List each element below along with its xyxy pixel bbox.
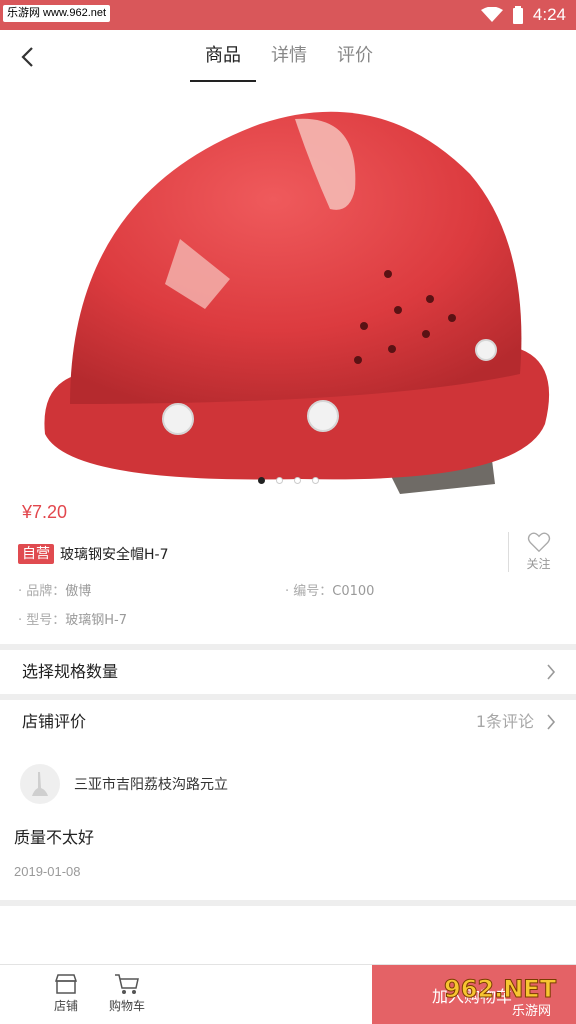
status-bar: 乐游网 www.962.net 4:24 bbox=[0, 0, 576, 30]
store-reviews-label: 店铺评价 bbox=[22, 712, 87, 731]
follow-button[interactable]: 关注 bbox=[508, 532, 568, 572]
product-image-carousel[interactable] bbox=[0, 84, 576, 494]
cart-icon bbox=[115, 974, 139, 994]
product-title: 玻璃钢安全帽H-7 bbox=[60, 547, 169, 563]
reviewer-name: 三亚市吉阳荔枝沟路元立 bbox=[74, 777, 228, 793]
tab-bar: 商品 详情 评价 bbox=[190, 30, 388, 84]
follow-label: 关注 bbox=[526, 557, 551, 571]
product-price: ¥7.20 bbox=[22, 502, 68, 522]
default-avatar-icon bbox=[32, 772, 48, 796]
avatar bbox=[20, 764, 60, 804]
cart-button[interactable]: 购物车 bbox=[102, 973, 152, 1014]
watermark-logo: 962.NET 乐游网 bbox=[444, 975, 558, 1020]
review-item: 三亚市吉阳荔枝沟路元立 bbox=[20, 764, 228, 804]
store-reviews-row[interactable]: 店铺评价 1条评论 bbox=[0, 700, 576, 744]
code-attr: · 编号：C0100 bbox=[285, 584, 375, 599]
carousel-dot[interactable] bbox=[293, 477, 301, 484]
review-date: 2019-01-08 bbox=[14, 864, 81, 879]
chevron-left-icon bbox=[21, 47, 33, 67]
code-key: 编号： bbox=[293, 584, 333, 599]
watermark-logo-text: 962.NET bbox=[444, 975, 557, 1003]
store-button[interactable]: 店铺 bbox=[41, 973, 91, 1014]
tab-product[interactable]: 商品 bbox=[190, 30, 256, 84]
review-count: 1条评论 bbox=[475, 712, 534, 731]
model-value: 玻璃钢H-7 bbox=[65, 613, 128, 628]
store-icon bbox=[54, 974, 78, 994]
wifi-icon bbox=[480, 7, 503, 22]
product-title-row: 自营 玻璃钢安全帽H-7 bbox=[18, 544, 169, 564]
add-to-cart-button[interactable]: 加入购物车 962.NET 乐游网 bbox=[372, 965, 576, 1024]
review-text: 质量不太好 bbox=[14, 828, 95, 847]
model-key: 型号： bbox=[26, 613, 66, 628]
back-button[interactable] bbox=[10, 40, 44, 74]
brand-value: 傲博 bbox=[65, 584, 92, 599]
brand-key: 品牌： bbox=[26, 584, 66, 599]
top-nav: 商品 详情 评价 bbox=[0, 30, 576, 84]
helmet-image bbox=[44, 111, 550, 494]
spec-selector-row[interactable]: 选择规格数量 bbox=[0, 650, 576, 694]
chevron-right-icon bbox=[547, 664, 556, 680]
cart-label: 购物车 bbox=[108, 999, 145, 1013]
clock: 4:24 bbox=[532, 5, 566, 24]
carousel-indicator bbox=[0, 477, 576, 484]
bottom-bar: 店铺 购物车 加入购物车 962.NET 乐游网 bbox=[0, 964, 576, 1024]
store-label: 店铺 bbox=[53, 999, 78, 1013]
self-operated-badge: 自营 bbox=[18, 544, 54, 564]
carousel-dot[interactable] bbox=[257, 477, 265, 484]
brand-attr: · 品牌：傲博 bbox=[18, 584, 92, 599]
chevron-right-icon bbox=[547, 714, 556, 730]
spec-selector-label: 选择规格数量 bbox=[22, 662, 119, 681]
watermark-label: 乐游网 www.962.net bbox=[3, 5, 111, 22]
battery-icon bbox=[512, 6, 523, 24]
divider bbox=[0, 900, 576, 906]
watermark-logo-sub: 乐游网 bbox=[512, 1004, 551, 1019]
tab-reviews[interactable]: 评价 bbox=[322, 30, 388, 84]
code-value: C0100 bbox=[332, 584, 375, 599]
model-attr: · 型号：玻璃钢H-7 bbox=[18, 613, 128, 628]
tab-details[interactable]: 详情 bbox=[256, 30, 322, 84]
carousel-dot[interactable] bbox=[275, 477, 283, 484]
heart-icon bbox=[527, 532, 550, 553]
carousel-dot[interactable] bbox=[311, 477, 319, 484]
